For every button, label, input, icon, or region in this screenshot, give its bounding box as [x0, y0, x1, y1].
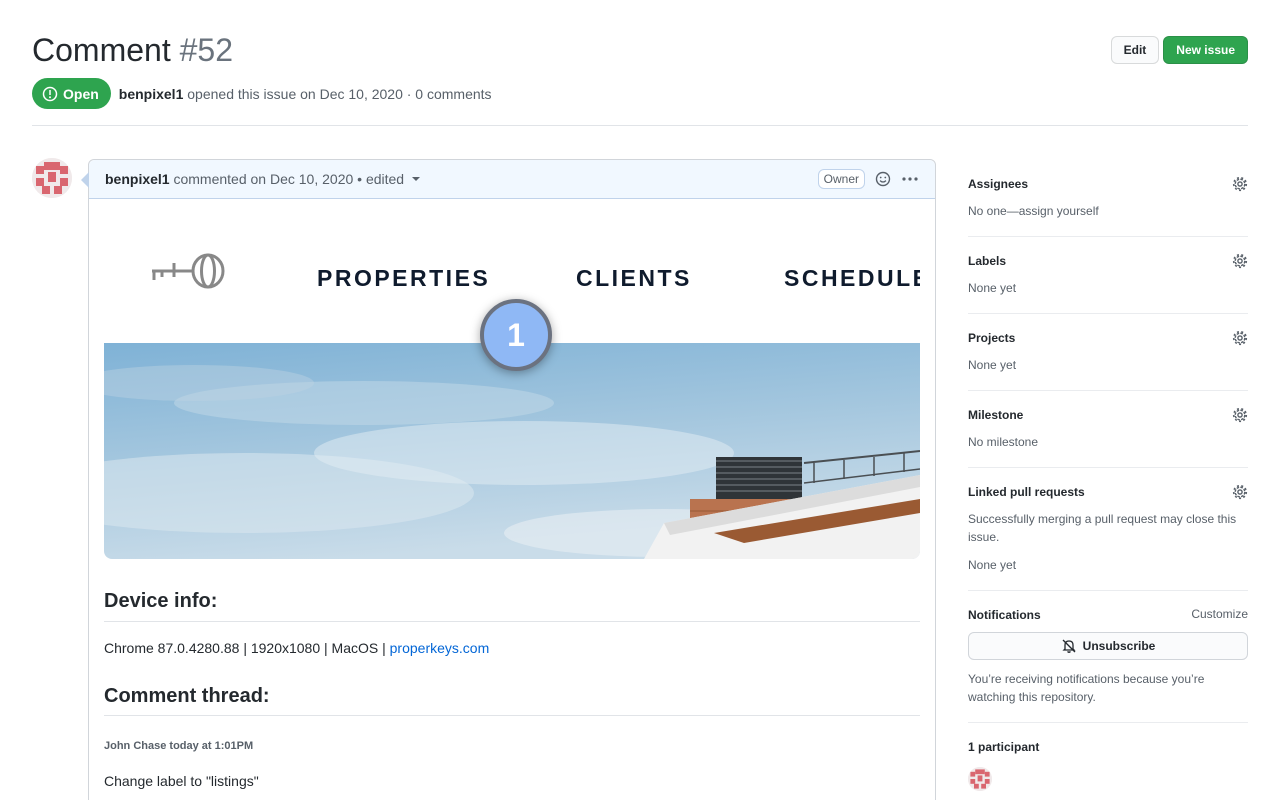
identicon-icon — [968, 767, 992, 791]
sidebar-labels-title[interactable]: Labels — [968, 253, 1248, 269]
issue-author-link[interactable]: benpixel1 — [119, 86, 184, 102]
unsubscribe-button[interactable]: Unsubscribe — [968, 632, 1248, 660]
device-info-text: Chrome 87.0.4280.88 | 1920x1080 | MacOS … — [104, 640, 490, 656]
sidebar-projects: Projects None yet — [968, 314, 1248, 391]
comment-meta: commented on Dec 10, 2020 • edited — [173, 171, 405, 187]
issue-header: Comment #52 Edit New issue Open benpixel… — [32, 30, 1248, 109]
comment-author-link[interactable]: benpixel1 — [105, 171, 170, 187]
comment-header: benpixel1 commented on Dec 10, 2020 • ed… — [89, 160, 935, 199]
issue-number: #52 — [179, 32, 233, 68]
screenshot-image: PROPERTIES CLIENTS SCHEDULE 1 — [104, 225, 920, 560]
mock-nav-properties: PROPERTIES — [317, 265, 491, 291]
issue-sidebar: Assignees No one—assign yourself Labels … — [968, 160, 1248, 800]
sidebar-assignees-title[interactable]: Assignees — [968, 176, 1248, 192]
sidebar-notifications: Notifications Customize Unsubscribe You’… — [968, 591, 1248, 723]
gear-icon[interactable] — [1232, 484, 1248, 505]
gear-icon[interactable] — [1232, 407, 1248, 428]
smiley-icon[interactable] — [875, 171, 891, 187]
sidebar-projects-value: None yet — [968, 358, 1017, 372]
header-divider — [32, 125, 1248, 126]
mock-hero-image — [104, 343, 920, 559]
new-issue-button[interactable]: New issue — [1163, 36, 1248, 64]
owner-label: Owner — [817, 169, 865, 189]
sidebar-milestone-title[interactable]: Milestone — [968, 407, 1248, 423]
avatar[interactable] — [32, 158, 72, 198]
issue-title: Comment #52 — [32, 32, 233, 68]
sidebar-participants: 1 participant — [968, 723, 1248, 800]
chevron-down-icon[interactable] — [412, 177, 421, 181]
mock-nav-schedule: SCHEDULE — [784, 265, 920, 291]
sidebar-linked-prs-note: Successfully merging a pull request may … — [968, 512, 1237, 544]
issue-opened-icon — [42, 86, 58, 101]
gear-icon[interactable] — [1232, 253, 1248, 274]
thread-comment-meta: John Chase today at 1:01PM — [104, 740, 254, 752]
header-actions: Edit New issue — [1110, 36, 1248, 64]
thread-comment-text: Change label to "listings" — [104, 773, 259, 789]
kebab-horizontal-icon[interactable] — [901, 171, 919, 187]
customize-link[interactable]: Customize — [1191, 607, 1248, 621]
heading-divider — [104, 715, 920, 716]
gear-icon[interactable] — [1232, 176, 1248, 197]
comment-header-actions: Owner — [817, 169, 919, 189]
sidebar-labels-value: None yet — [968, 281, 1017, 295]
status-badge: Open — [32, 78, 111, 109]
identicon-icon — [32, 158, 72, 198]
participant-avatar[interactable] — [968, 767, 992, 791]
sidebar-participants-title: 1 participant — [968, 740, 1040, 754]
bell-slash-icon — [1062, 639, 1076, 653]
sidebar-projects-title[interactable]: Projects — [968, 330, 1248, 346]
annotation-marker[interactable]: 1 — [480, 299, 552, 371]
sidebar-linked-prs-title[interactable]: Linked pull requests — [968, 484, 1248, 500]
heading-divider — [104, 621, 920, 622]
comment-thread-heading: Comment thread: — [104, 685, 270, 707]
sidebar-milestone-value: No milestone — [968, 435, 1039, 449]
sky-building-image — [104, 343, 920, 559]
sidebar-milestone: Milestone No milestone — [968, 391, 1248, 468]
device-info-heading: Device info: — [104, 590, 218, 612]
sidebar-assignees-value[interactable]: No one—assign yourself — [968, 202, 1248, 220]
edit-button[interactable]: Edit — [1110, 36, 1160, 64]
mock-nav-clients: CLIENTS — [576, 265, 692, 291]
sidebar-labels: Labels None yet — [968, 237, 1248, 314]
sidebar-linked-prs: Linked pull requests Successfully mergin… — [968, 468, 1248, 591]
issue-comment: benpixel1 commented on Dec 10, 2020 • ed… — [81, 159, 936, 800]
sidebar-notifications-note: You’re receiving notifications because y… — [968, 672, 1205, 704]
issue-meta: Open benpixel1 opened this issue on Dec … — [32, 78, 492, 109]
sidebar-linked-prs-value: None yet — [968, 558, 1017, 572]
key-logo-icon — [152, 253, 225, 289]
sidebar-assignees: Assignees No one—assign yourself — [968, 160, 1248, 237]
gear-icon[interactable] — [1232, 330, 1248, 351]
issue-opened-text: benpixel1 opened this issue on Dec 10, 2… — [118, 85, 492, 102]
properkeys-link[interactable]: properkeys.com — [390, 640, 490, 656]
